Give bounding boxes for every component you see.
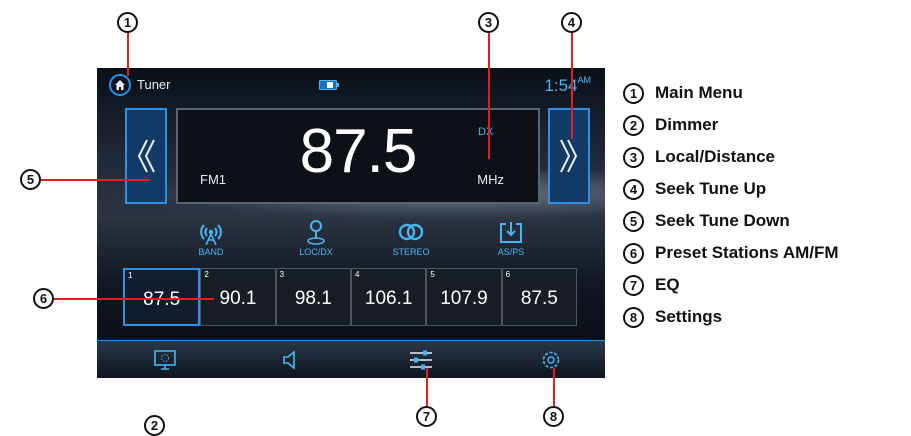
stereo-button[interactable]: STEREO xyxy=(381,218,441,257)
legend-text: Settings xyxy=(655,307,723,326)
preset-frequency: 107.9 xyxy=(440,288,488,309)
callout-line-1 xyxy=(127,31,129,76)
home-icon xyxy=(115,80,125,90)
legend-item: 7 EQ xyxy=(623,269,839,301)
antenna-icon xyxy=(200,224,222,246)
unit-label: MHz xyxy=(477,172,504,187)
legend-text: Preset Stations AM/FM xyxy=(655,243,839,262)
callout-3: 3 xyxy=(478,12,499,33)
dimmer-icon xyxy=(154,350,176,370)
preset-4[interactable]: 4 106.1 xyxy=(350,268,427,326)
preset-3[interactable]: 3 98.1 xyxy=(275,268,351,326)
legend-text: Seek Tune Down xyxy=(655,211,790,230)
legend-text: EQ xyxy=(655,275,680,294)
legend-text: Main Menu xyxy=(655,83,743,102)
legend-text: Seek Tune Up xyxy=(655,179,767,198)
band-label: BAND xyxy=(198,247,224,257)
clock: 1:54AM xyxy=(544,75,592,96)
callout-line-7 xyxy=(426,368,428,406)
callout-1: 1 xyxy=(117,12,138,33)
legend-text: Local/Distance xyxy=(655,147,775,166)
legend-item: 6 Preset Stations AM/FM xyxy=(623,237,839,269)
preset-number: 1 xyxy=(128,271,133,280)
legend-number: 6 xyxy=(623,242,644,264)
legend-number: 2 xyxy=(623,114,644,136)
preset-number: 3 xyxy=(279,270,285,279)
preset-number: 4 xyxy=(354,270,360,279)
preset-frequency: 106.1 xyxy=(364,288,413,309)
callout-4: 4 xyxy=(561,12,582,33)
callout-line-8 xyxy=(553,368,555,406)
preset-2[interactable]: 2 90.1 xyxy=(200,268,276,326)
callout-line-6 xyxy=(54,298,214,300)
callout-2: 2 xyxy=(144,415,165,436)
legend-number: 5 xyxy=(623,210,644,232)
stereo-label: STEREO xyxy=(392,247,430,257)
legend-item: 5 Seek Tune Down xyxy=(623,205,839,237)
clock-ampm: AM xyxy=(577,75,592,85)
callout-5: 5 xyxy=(20,169,41,190)
legend-item: 4 Seek Tune Up xyxy=(623,173,839,205)
double-chevron-left-icon xyxy=(137,139,155,173)
preset-frequency: 87.5 xyxy=(520,288,558,309)
eq-button[interactable] xyxy=(407,346,435,374)
band-button[interactable]: BAND xyxy=(181,218,241,257)
volume-button[interactable] xyxy=(277,346,305,374)
as-ps-button[interactable]: AS/PS xyxy=(481,218,541,257)
dimmer-button[interactable] xyxy=(151,346,179,374)
settings-gear-icon xyxy=(542,351,560,369)
legend-item: 3 Local/Distance xyxy=(623,141,839,173)
seek-down-button[interactable] xyxy=(125,108,167,204)
legend-item: 2 Dimmer xyxy=(623,109,839,141)
legend-item: 8 Settings xyxy=(623,301,839,333)
seek-up-button[interactable] xyxy=(548,108,590,204)
preset-frequency: 87.5 xyxy=(143,289,181,310)
callout-line-4 xyxy=(571,31,573,139)
preset-number: 6 xyxy=(505,270,511,279)
main-menu-button[interactable] xyxy=(109,74,131,96)
legend-number: 8 xyxy=(623,306,644,328)
callout-7: 7 xyxy=(416,406,437,427)
legend-number: 4 xyxy=(623,178,644,200)
speaker-icon xyxy=(283,350,295,370)
preset-1[interactable]: 1 87.5 xyxy=(123,268,201,326)
callout-8: 8 xyxy=(543,406,564,427)
battery-icon xyxy=(319,80,339,90)
as-ps-label: AS/PS xyxy=(497,247,525,257)
eq-sliders-icon xyxy=(410,350,432,370)
loc-dx-label: LOC/DX xyxy=(299,247,333,257)
settings-button[interactable] xyxy=(537,346,565,374)
callout-6: 6 xyxy=(33,288,54,309)
loc-dx-button[interactable]: LOC/DX xyxy=(286,218,346,257)
auto-store-icon xyxy=(500,222,522,243)
legend: 1 Main Menu 2 Dimmer 3 Local/Distance 4 … xyxy=(623,77,839,333)
stereo-rings-icon xyxy=(398,223,424,241)
legend-text: Dimmer xyxy=(655,115,719,134)
legend-item: 1 Main Menu xyxy=(623,77,839,109)
double-chevron-right-icon xyxy=(560,139,578,173)
callout-line-3 xyxy=(488,31,490,159)
bottom-bar xyxy=(97,340,605,378)
legend-number: 7 xyxy=(623,274,644,296)
dx-indicator[interactable]: DX xyxy=(478,126,493,138)
status-bar: Tuner 1:54AM xyxy=(97,68,605,100)
preset-6[interactable]: 6 87.5 xyxy=(501,268,577,326)
preset-strip: 1 87.5 2 90.1 3 98.1 4 106.1 5 107.9 6 8… xyxy=(123,268,577,326)
preset-frequency: 98.1 xyxy=(294,288,332,309)
tuner-title: Tuner xyxy=(137,77,171,92)
frequency-display: 87.5 FM1 MHz DX xyxy=(176,108,540,204)
callout-line-5 xyxy=(40,179,150,181)
radio-screen: Tuner 1:54AM 87.5 FM1 MHz DX BAND LOC/DX… xyxy=(97,68,605,378)
location-pin-icon xyxy=(307,220,325,245)
preset-5[interactable]: 5 107.9 xyxy=(426,268,502,326)
legend-number: 1 xyxy=(623,82,644,104)
band-label: FM1 xyxy=(200,172,226,187)
preset-number: 2 xyxy=(204,270,209,279)
legend-number: 3 xyxy=(623,146,644,168)
preset-number: 5 xyxy=(430,270,435,279)
